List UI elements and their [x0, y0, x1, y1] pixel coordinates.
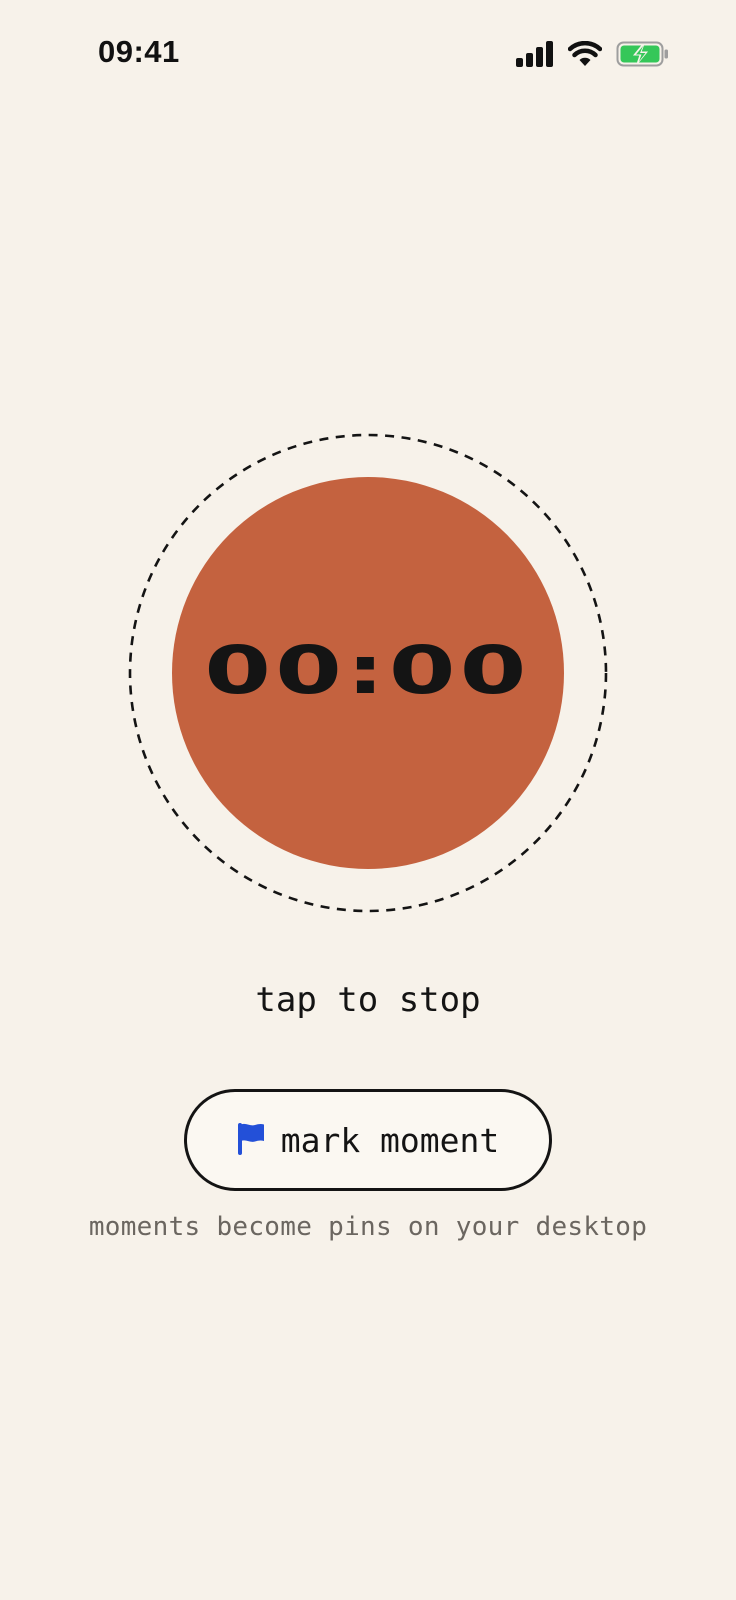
mark-moment-button[interactable]: mark moment [184, 1089, 552, 1191]
record-stop-button[interactable]: 00:00 [172, 477, 564, 869]
battery-charging-icon [616, 41, 668, 67]
flag-icon [237, 1123, 264, 1155]
mark-moment-label: mark moment [280, 1120, 500, 1160]
status-icons [516, 38, 670, 70]
timer-display: 00:00 [204, 632, 532, 709]
footnote-text: moments become pins on your desktop [88, 1212, 648, 1242]
signal-icon [516, 41, 553, 67]
record-area: 00:00 [128, 433, 608, 913]
status-time: 09:41 [98, 34, 180, 69]
wifi-icon [568, 41, 602, 66]
tap-to-stop-hint: tap to stop [255, 980, 481, 1020]
status-bar: 09:41 [0, 0, 736, 110]
